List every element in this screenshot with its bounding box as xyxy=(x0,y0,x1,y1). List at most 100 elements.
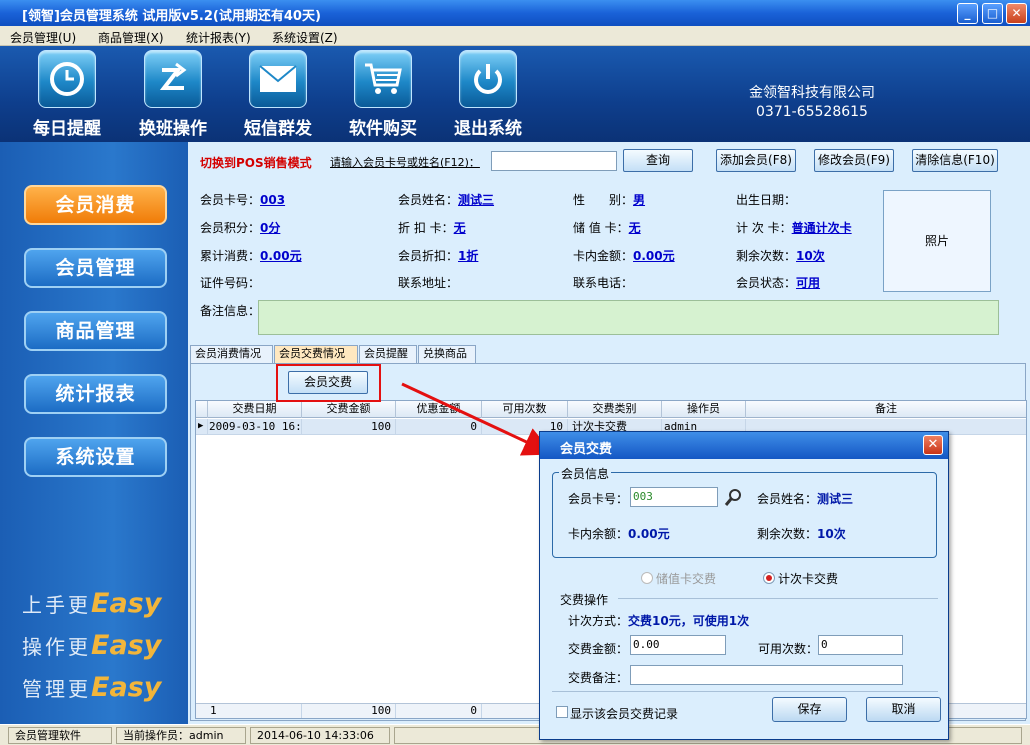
grid-cell[interactable]: 100 xyxy=(302,419,396,435)
group-label: 会员信息 xyxy=(559,465,612,482)
field-count-card: 计 次 卡：普通计次卡 xyxy=(736,221,852,235)
sidebar: 会员消费 会员管理 商品管理 统计报表 系统设置 上手更Easy 操作更Easy… xyxy=(0,142,188,724)
count-card-radio[interactable] xyxy=(763,572,775,584)
member-info-group: 会员信息 xyxy=(552,465,937,558)
show-records-label: 显示该会员交费记录 xyxy=(570,707,679,721)
save-button[interactable]: 保存 xyxy=(772,697,847,722)
field-remaining: 剩余次数：10次 xyxy=(736,249,825,263)
sidebar-item-member-manage[interactable]: 会员管理 xyxy=(24,248,167,288)
dialog-divider xyxy=(552,691,938,692)
dialog-title-bar: 会员交费 ✕ xyxy=(540,432,948,459)
member-search-input[interactable] xyxy=(491,151,617,171)
times-input[interactable]: 0 xyxy=(818,635,903,655)
grid-header-cell[interactable]: 可用次数 xyxy=(482,401,568,418)
status-operator: 当前操作员：admin xyxy=(116,727,246,744)
search-icon[interactable] xyxy=(724,487,744,507)
tab-payment-records[interactable]: 会员交费情况 xyxy=(274,345,358,363)
menu-reports[interactable]: 统计报表(Y) xyxy=(186,29,251,46)
query-button[interactable]: 查询 xyxy=(623,149,693,172)
grid-header-cell[interactable]: 交费类别 xyxy=(568,401,662,418)
menu-goods[interactable]: 商品管理(X) xyxy=(98,29,164,46)
payment-note-label: 交费备注： xyxy=(568,671,629,685)
count-card-radio-label: 计次卡交费 xyxy=(778,572,839,586)
company-name: 金领智科技有限公司 xyxy=(749,85,875,101)
field-balance: 卡内金额：0.00元 xyxy=(573,249,675,263)
method-field: 计次方式：交费10元，可使用1次 xyxy=(568,614,750,628)
close-button[interactable]: ✕ xyxy=(1006,3,1027,24)
stored-card-radio[interactable] xyxy=(641,572,653,584)
dialog-title: 会员交费 xyxy=(560,442,613,457)
field-birthday: 出生日期： xyxy=(736,193,797,207)
grid-header-cell[interactable]: 交费金额 xyxy=(302,401,396,418)
payment-note-input[interactable] xyxy=(630,665,903,685)
status-datetime: 2014-06-10 14:33:06 xyxy=(250,727,390,744)
envelope-icon xyxy=(249,50,307,108)
grid-header-cell[interactable]: 备注 xyxy=(746,401,1026,418)
sidebar-item-goods-manage[interactable]: 商品管理 xyxy=(24,311,167,351)
grid-cell[interactable]: 0 xyxy=(396,419,482,435)
cancel-button[interactable]: 取消 xyxy=(866,697,941,722)
show-records-checkbox[interactable] xyxy=(556,706,568,718)
sidebar-item-reports[interactable]: 统计报表 xyxy=(24,374,167,414)
maximize-button[interactable]: □ xyxy=(982,3,1003,24)
toolbar-label: 每日提醒 xyxy=(33,119,101,139)
add-member-button[interactable]: 添加会员(F8) xyxy=(716,149,796,172)
buy-software-button[interactable]: 软件购买 xyxy=(338,50,428,140)
grid-header-cell[interactable]: 优惠金额 xyxy=(396,401,482,418)
exit-system-button[interactable]: 退出系统 xyxy=(443,50,533,140)
clock-icon xyxy=(38,50,96,108)
field-total-consume: 累计消费：0.00元 xyxy=(200,249,302,263)
menu-settings[interactable]: 系统设置(Z) xyxy=(272,29,338,46)
shopping-cart-icon xyxy=(354,50,412,108)
dialog-close-button[interactable]: ✕ xyxy=(923,435,943,455)
grid-cell[interactable]: 2009-03-10 16:20 xyxy=(208,419,302,435)
shift-change-button[interactable]: 换班操作 xyxy=(128,50,218,140)
grid-header-cell[interactable]: 操作员 xyxy=(662,401,746,418)
sidebar-item-member-consume[interactable]: 会员消费 xyxy=(24,185,167,225)
toolbar: 每日提醒 换班操作 短信群发 软件购买 退出系统 金领智科技有限公司 0371-… xyxy=(0,46,1030,142)
slogan-line: 管理更Easy xyxy=(22,672,162,703)
edit-member-button[interactable]: 修改会员(F9) xyxy=(814,149,894,172)
row-pointer-icon: ▶ xyxy=(196,419,208,435)
clear-info-button[interactable]: 清除信息(F10) xyxy=(912,149,998,172)
power-icon xyxy=(459,50,517,108)
dialog-card-input[interactable]: 003 xyxy=(630,487,718,507)
field-gender: 性 别：男 xyxy=(573,193,646,207)
tab-consume-records[interactable]: 会员消费情况 xyxy=(190,345,273,363)
footer-cell: 1 xyxy=(208,704,302,718)
dialog-balance-field: 卡内余额：0.00元 xyxy=(568,527,670,541)
slogan-line: 操作更Easy xyxy=(22,630,162,661)
member-photo: 照片 xyxy=(883,190,991,292)
field-discount-card: 折 扣 卡：无 xyxy=(398,221,466,235)
member-payment-dialog: 会员交费 ✕ 会员信息 会员卡号： 003 会员姓名：测试三 卡内余额：0.00… xyxy=(539,431,949,740)
op-group-label: 交费操作 xyxy=(560,593,609,607)
dialog-name-field: 会员姓名：测试三 xyxy=(757,492,854,506)
toolbar-label: 短信群发 xyxy=(244,119,312,139)
amount-input[interactable]: 0.00 xyxy=(630,635,726,655)
minimize-button[interactable]: _ xyxy=(957,3,978,24)
field-member-discount: 会员折扣：1折 xyxy=(398,249,479,263)
grid-corner xyxy=(196,401,208,418)
field-id-number: 证件号码： xyxy=(200,276,261,290)
pos-mode-link[interactable]: 切换到POS销售模式 xyxy=(200,154,312,171)
tab-reminders[interactable]: 会员提醒 xyxy=(359,345,417,363)
daily-reminder-button[interactable]: 每日提醒 xyxy=(22,50,112,140)
tab-exchange-goods[interactable]: 兑换商品 xyxy=(418,345,476,363)
dialog-remaining-field: 剩余次数：10次 xyxy=(757,527,846,541)
note-box xyxy=(258,300,999,335)
shift-change-icon xyxy=(144,50,202,108)
op-group-divider xyxy=(618,598,938,599)
grid-header-cell[interactable]: 交费日期 xyxy=(208,401,302,418)
amount-label: 交费金额： xyxy=(568,642,629,656)
times-label: 可用次数： xyxy=(758,642,819,656)
field-stored-card: 储 值 卡：无 xyxy=(573,221,641,235)
company-info: 金领智科技有限公司 0371-65528615 xyxy=(742,84,882,122)
menu-member[interactable]: 会员管理(U) xyxy=(10,29,76,46)
field-phone: 联系电话： xyxy=(573,276,634,290)
footer-cell: 0 xyxy=(396,704,482,718)
slogan-line: 上手更Easy xyxy=(22,588,162,619)
sms-broadcast-button[interactable]: 短信群发 xyxy=(233,50,323,140)
title-bar: [领智]会员管理系统 试用版v5.2(试用期还有40天) _ □ ✕ xyxy=(0,0,1030,26)
highlight-box xyxy=(276,364,381,402)
sidebar-item-settings[interactable]: 系统设置 xyxy=(24,437,167,477)
